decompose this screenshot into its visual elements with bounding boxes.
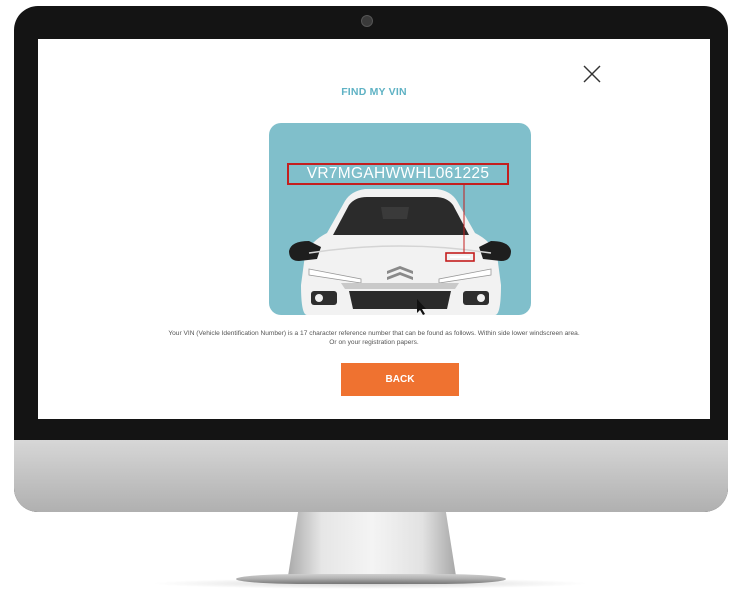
monitor-chin <box>14 440 728 512</box>
car-image <box>289 183 511 315</box>
vin-illustration: VR7MGAHWWHL061225 <box>269 123 531 315</box>
vin-example-label: VR7MGAHWWHL061225 <box>287 163 509 185</box>
modal-title: FIND MY VIN <box>341 86 407 98</box>
back-button[interactable]: BACK <box>341 363 459 396</box>
vin-description: Your VIN (Vehicle Identification Number)… <box>168 330 580 346</box>
monitor-stand <box>288 512 456 576</box>
stand-shadow <box>150 578 590 589</box>
screen: FIND MY VIN VR7MGAHWWHL061225 Your VIN (… <box>38 39 710 419</box>
monitor-frame: FIND MY VIN VR7MGAHWWHL061225 Your VIN (… <box>14 6 728 512</box>
close-button[interactable] <box>581 63 603 85</box>
close-icon <box>583 65 601 83</box>
camera-icon <box>361 15 373 27</box>
